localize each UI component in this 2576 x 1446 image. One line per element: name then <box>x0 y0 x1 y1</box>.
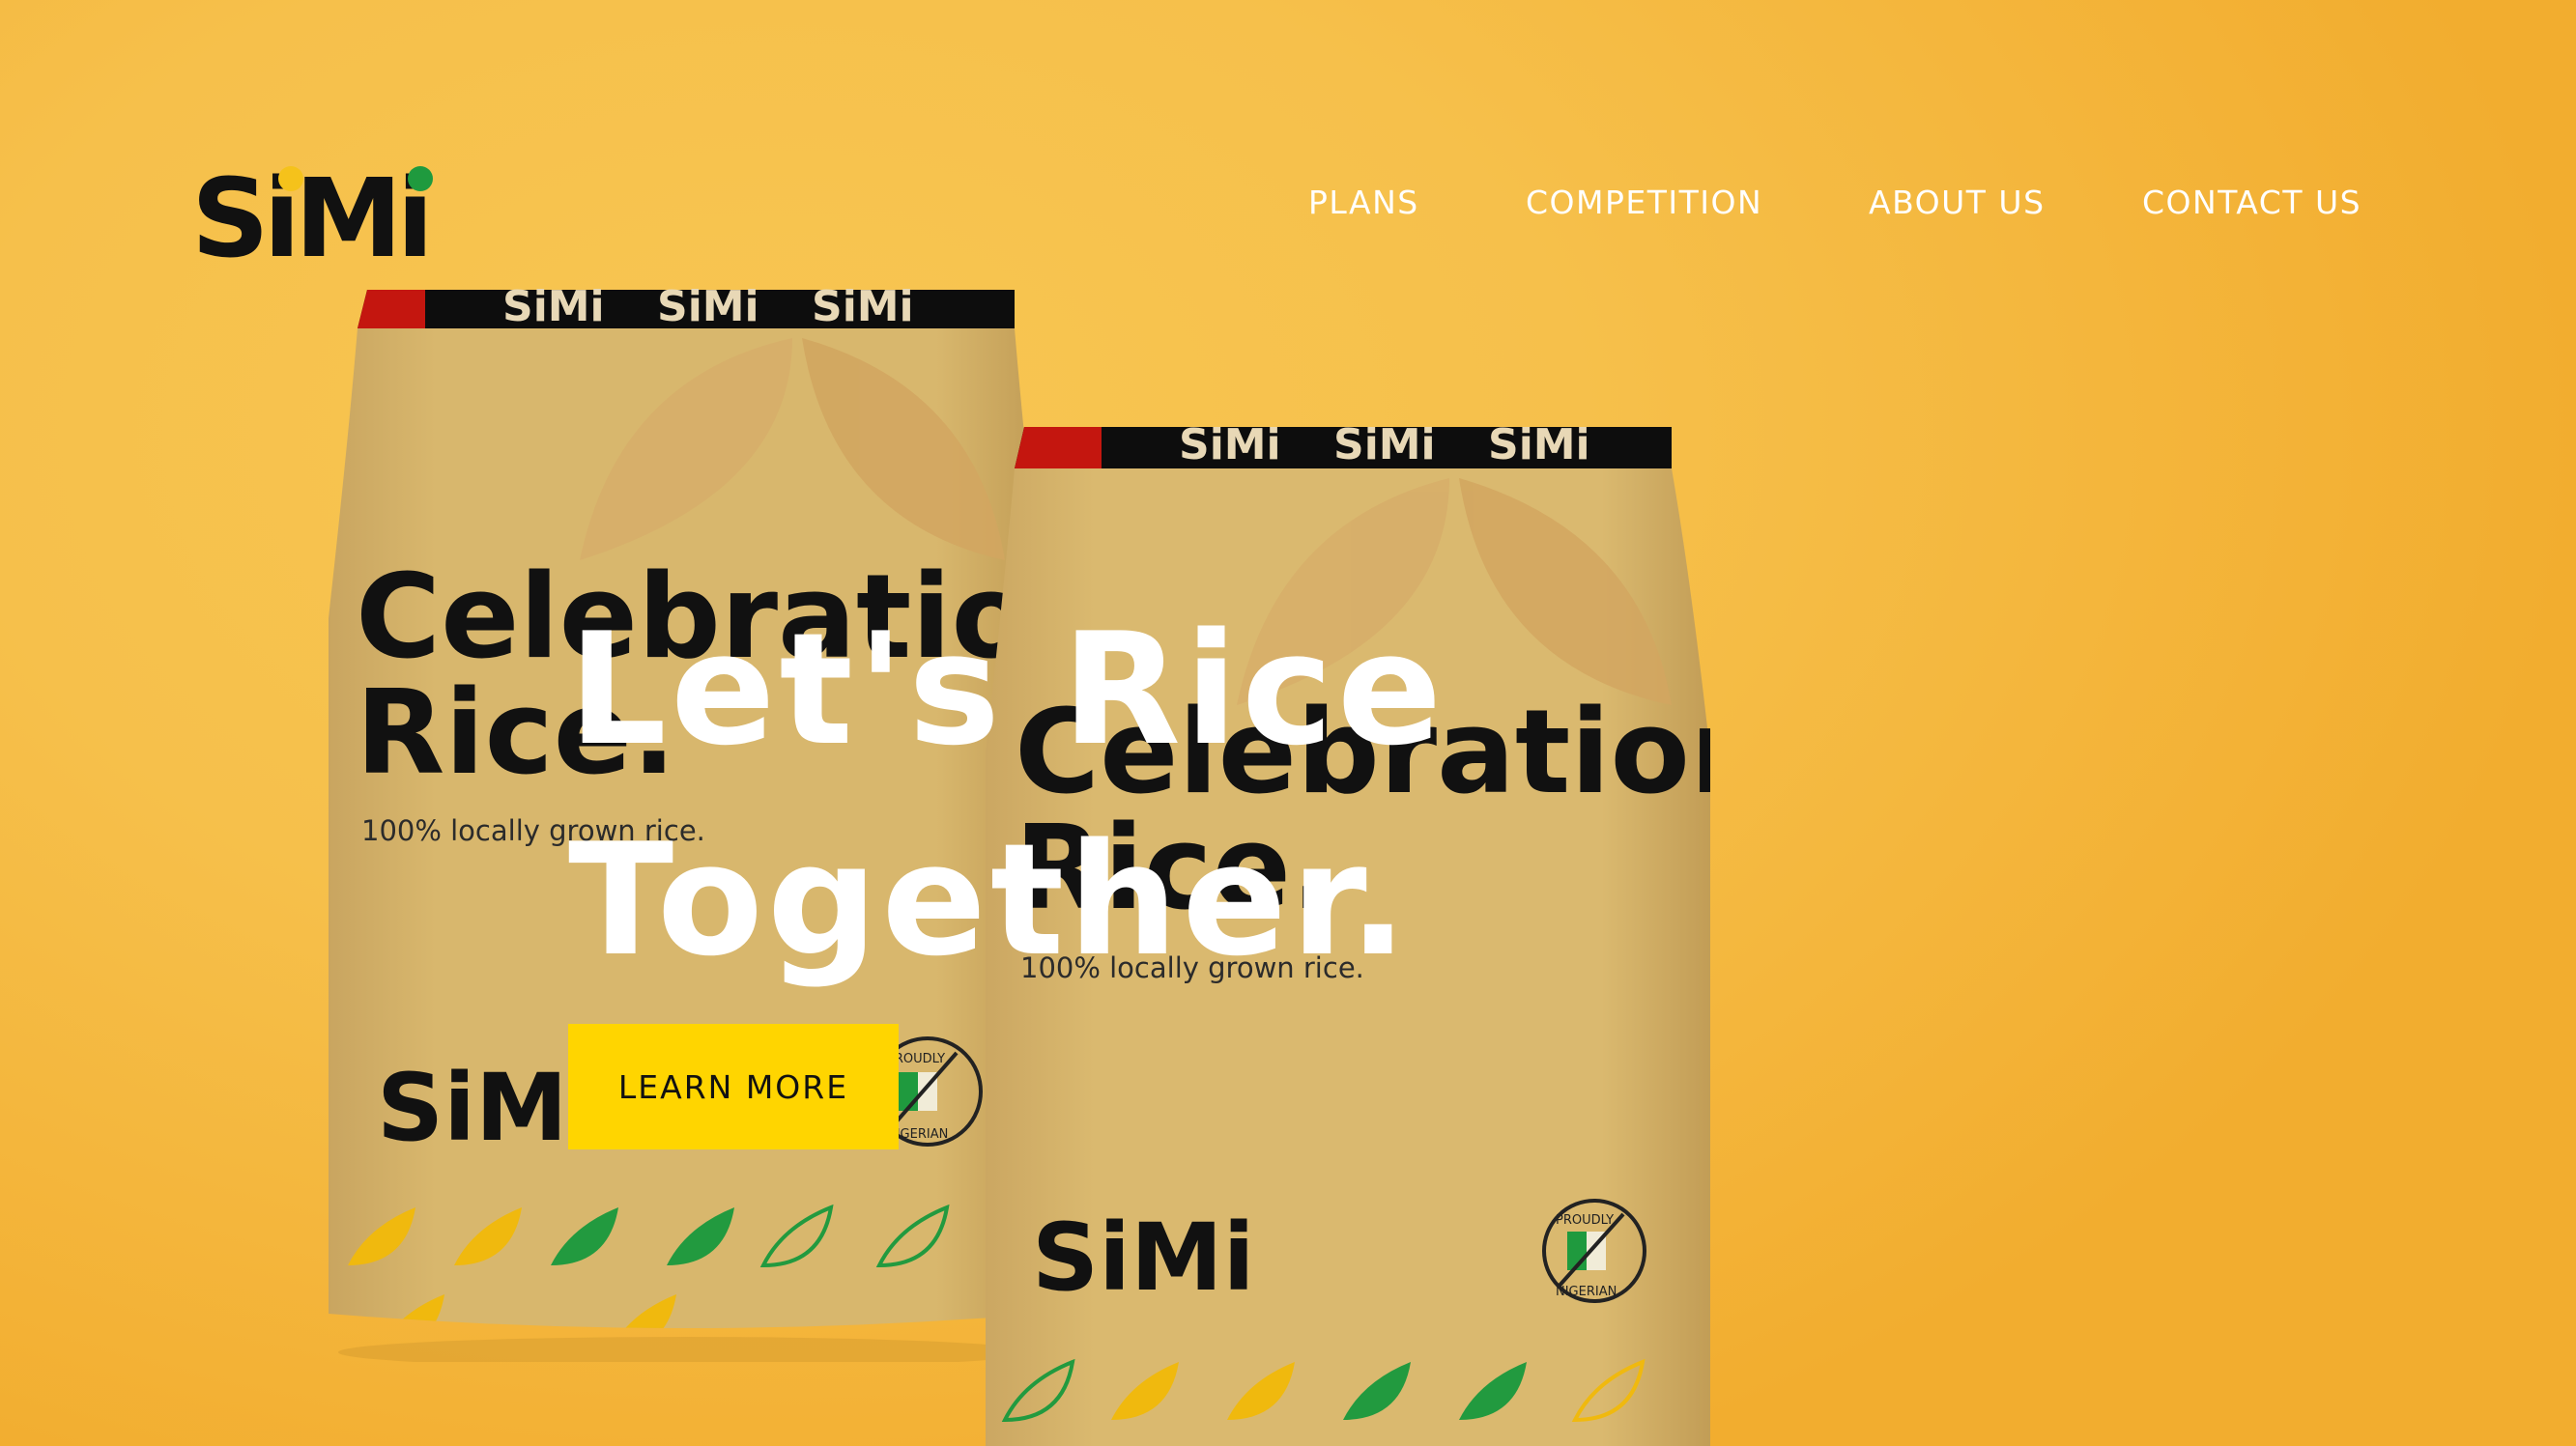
svg-text:SiMi: SiMi <box>1032 1204 1254 1312</box>
hero-headline-line1: Let's Rice <box>568 599 1446 780</box>
bag-brand-logo: SiMi <box>377 1054 599 1162</box>
learn-more-button[interactable]: LEARN MORE <box>568 1024 899 1149</box>
main-nav: PLANS COMPETITION ABOUT US CONTACT US <box>0 180 2576 226</box>
svg-text:SiMi: SiMi <box>657 282 759 331</box>
hero-section: SiMi SiMi SiMi Celebration Rice. 100% lo… <box>0 0 2576 1446</box>
hero-headline-line2: Together. <box>568 809 1412 990</box>
svg-text:SiMi: SiMi <box>1488 420 1590 469</box>
svg-text:NIGERIAN: NIGERIAN <box>1556 1285 1617 1299</box>
svg-text:SiMi: SiMi <box>1333 420 1436 469</box>
nav-link-competition[interactable]: COMPETITION <box>1526 180 1762 226</box>
svg-text:SiMi: SiMi <box>812 282 914 331</box>
hero-headline: Let's Rice Together. <box>568 584 1445 1006</box>
nav-link-plans[interactable]: PLANS <box>1308 180 1419 226</box>
svg-text:SiMi: SiMi <box>1179 420 1281 469</box>
nav-link-about-us[interactable]: ABOUT US <box>1869 180 2046 226</box>
nav-link-contact-us[interactable]: CONTACT US <box>2142 180 2361 226</box>
svg-text:PROUDLY: PROUDLY <box>1556 1213 1614 1228</box>
bag-band-text: SiMi <box>502 282 605 331</box>
